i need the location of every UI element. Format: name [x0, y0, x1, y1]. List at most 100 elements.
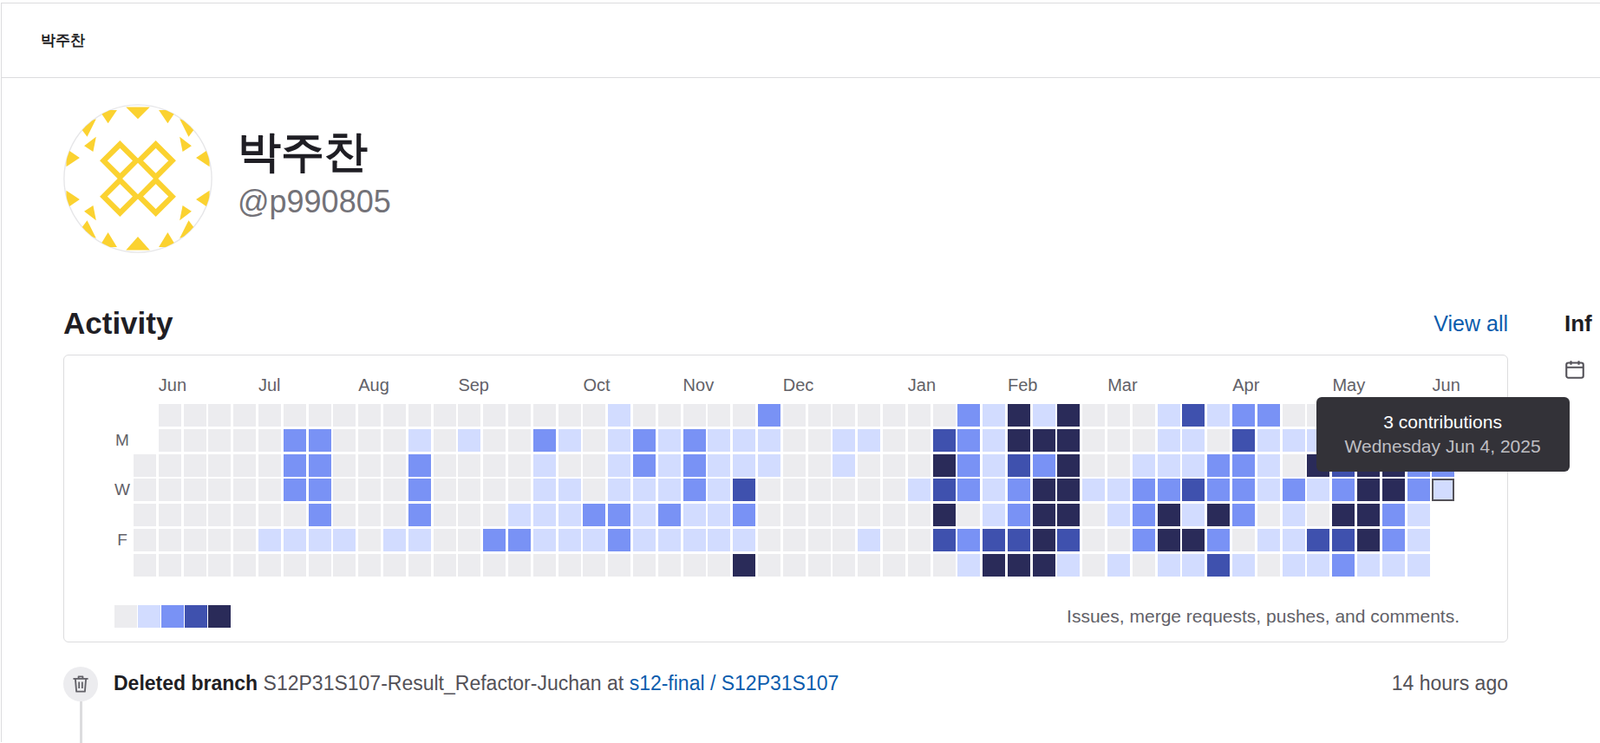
- contribution-cell[interactable]: [508, 429, 531, 452]
- contribution-cell[interactable]: [508, 554, 531, 577]
- contribution-cell[interactable]: [707, 528, 731, 552]
- contribution-cell[interactable]: [433, 554, 457, 577]
- contribution-cell[interactable]: [433, 503, 457, 527]
- contribution-cell[interactable]: [208, 404, 231, 427]
- contribution-cell[interactable]: [258, 454, 281, 477]
- contribution-cell[interactable]: [1107, 429, 1130, 452]
- contribution-cell[interactable]: [582, 454, 606, 477]
- contribution-cell[interactable]: [483, 404, 506, 427]
- contribution-cell[interactable]: [1057, 554, 1080, 577]
- contribution-cell[interactable]: [1007, 528, 1031, 552]
- contribution-cell[interactable]: [233, 454, 256, 477]
- contribution-cell[interactable]: [233, 503, 256, 527]
- contribution-cell[interactable]: [1107, 503, 1130, 527]
- contribution-cell[interactable]: [1232, 404, 1255, 427]
- contribution-cell[interactable]: [558, 503, 582, 527]
- contribution-cell[interactable]: [233, 528, 256, 552]
- contribution-cell[interactable]: [607, 503, 631, 527]
- contribution-cell[interactable]: [957, 454, 980, 477]
- contribution-cell[interactable]: [783, 478, 806, 502]
- contribution-cell[interactable]: [433, 404, 457, 427]
- contribution-cell[interactable]: [707, 554, 731, 577]
- contribution-cell[interactable]: [233, 429, 256, 452]
- contribution-cell[interactable]: [1332, 478, 1355, 502]
- contribution-cell[interactable]: [907, 478, 931, 502]
- contribution-cell[interactable]: [707, 429, 731, 452]
- contribution-cell[interactable]: [457, 478, 481, 502]
- contribution-cell[interactable]: [1282, 404, 1306, 427]
- contribution-cell[interactable]: [483, 503, 506, 527]
- contribution-cell[interactable]: [408, 528, 432, 552]
- contribution-cell[interactable]: [308, 554, 332, 577]
- contribution-cell[interactable]: [1007, 454, 1031, 477]
- contribution-cell[interactable]: [1132, 478, 1156, 502]
- contribution-cell[interactable]: [832, 478, 856, 502]
- contribution-cell[interactable]: [1057, 528, 1080, 552]
- contribution-cell[interactable]: [1082, 503, 1105, 527]
- contribution-cell[interactable]: [607, 554, 631, 577]
- contribution-cell[interactable]: [1407, 554, 1431, 577]
- contribution-cell[interactable]: [383, 528, 406, 552]
- contribution-cell[interactable]: [1057, 478, 1080, 502]
- contribution-cell[interactable]: [882, 503, 906, 527]
- contribution-cell[interactable]: [208, 429, 231, 452]
- contribution-cell[interactable]: [683, 503, 706, 527]
- contribution-cell[interactable]: [508, 454, 531, 477]
- contribution-cell[interactable]: [808, 429, 831, 452]
- contribution-cell[interactable]: [658, 404, 681, 427]
- contribution-cell[interactable]: [1282, 478, 1306, 502]
- contribution-cell[interactable]: [408, 478, 432, 502]
- contribution-cell[interactable]: [258, 404, 281, 427]
- contribution-cell[interactable]: [283, 528, 307, 552]
- contribution-cell[interactable]: [1407, 503, 1431, 527]
- contribution-cell[interactable]: [483, 429, 506, 452]
- contribution-cell[interactable]: [358, 404, 381, 427]
- contribution-cell[interactable]: [757, 478, 781, 502]
- contribution-cell[interactable]: [333, 554, 356, 577]
- contribution-cell[interactable]: [1082, 429, 1105, 452]
- contribution-cell[interactable]: [1132, 528, 1156, 552]
- contribution-cell[interactable]: [308, 454, 332, 477]
- contribution-cell[interactable]: [957, 503, 980, 527]
- contribution-cell[interactable]: [732, 478, 756, 502]
- contribution-cell[interactable]: [982, 429, 1006, 452]
- contribution-cell[interactable]: [783, 554, 806, 577]
- contribution-cell[interactable]: [857, 429, 881, 452]
- contribution-cell[interactable]: [707, 404, 731, 427]
- contribution-cell[interactable]: [308, 429, 332, 452]
- contribution-cell[interactable]: [633, 404, 656, 427]
- contribution-cell[interactable]: [1207, 404, 1230, 427]
- contribution-cell[interactable]: [433, 429, 457, 452]
- contribution-cell[interactable]: [683, 454, 706, 477]
- contribution-cell[interactable]: [1007, 404, 1031, 427]
- contribution-cell[interactable]: [1032, 429, 1056, 452]
- contribution-cell[interactable]: [457, 454, 481, 477]
- contribution-cell[interactable]: [183, 404, 207, 427]
- contribution-cell[interactable]: [633, 503, 656, 527]
- contribution-cell[interactable]: [832, 503, 856, 527]
- contribution-cell[interactable]: [558, 404, 582, 427]
- contribution-cell[interactable]: [1082, 528, 1105, 552]
- contribution-cell[interactable]: [1257, 503, 1280, 527]
- contribution-cell[interactable]: [408, 454, 432, 477]
- contribution-cell[interactable]: [208, 528, 231, 552]
- contribution-cell[interactable]: [658, 554, 681, 577]
- contribution-cell[interactable]: [1182, 454, 1205, 477]
- contribution-cell[interactable]: [1431, 478, 1455, 502]
- contribution-cell[interactable]: [1257, 554, 1280, 577]
- contribution-cell[interactable]: [457, 404, 481, 427]
- contribution-cell[interactable]: [982, 503, 1006, 527]
- contribution-cell[interactable]: [1332, 528, 1355, 552]
- contribution-cell[interactable]: [1132, 429, 1156, 452]
- contribution-cell[interactable]: [183, 478, 207, 502]
- contribution-cell[interactable]: [233, 404, 256, 427]
- contribution-cell[interactable]: [607, 528, 631, 552]
- contribution-cell[interactable]: [1282, 429, 1306, 452]
- contribution-cell[interactable]: [1232, 478, 1255, 502]
- contribution-cell[interactable]: [383, 478, 406, 502]
- contribution-cell[interactable]: [433, 528, 457, 552]
- contribution-cell[interactable]: [1357, 554, 1380, 577]
- contribution-cell[interactable]: [383, 429, 406, 452]
- contribution-cell[interactable]: [533, 454, 556, 477]
- contribution-cell[interactable]: [1332, 554, 1355, 577]
